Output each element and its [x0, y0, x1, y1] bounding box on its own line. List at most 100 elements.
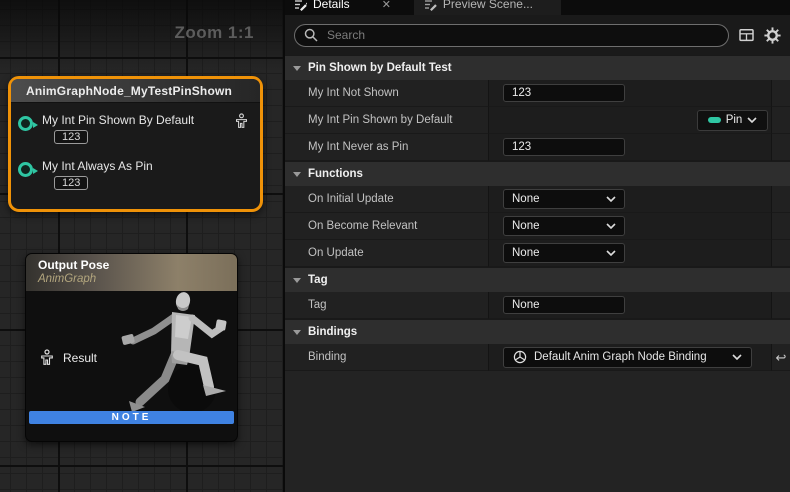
input-pin-icon[interactable] — [18, 116, 33, 131]
reset-column — [771, 80, 790, 107]
tab-preview-scene[interactable]: Preview Scene... — [414, 0, 561, 15]
chevron-down-icon — [606, 196, 616, 202]
property-label: On Become Relevant — [285, 213, 489, 240]
int-value-input[interactable] — [503, 84, 625, 102]
note-banner[interactable]: NOTE — [29, 411, 234, 424]
pin-value-box[interactable]: 123 — [54, 176, 88, 190]
property-label: Binding — [285, 344, 489, 371]
section-header-tag[interactable]: Tag — [285, 267, 790, 292]
reset-column: ↩ — [771, 344, 790, 371]
node-body: Result NOTE — [26, 291, 237, 427]
search-row — [285, 15, 790, 55]
binding-dropdown[interactable]: Default Anim Graph Node Binding — [503, 347, 752, 368]
node-title: Output Pose — [38, 258, 237, 272]
property-label: My Int Pin Shown by Default — [285, 107, 489, 134]
search-box[interactable] — [294, 24, 729, 47]
property-value-cell — [489, 134, 771, 161]
pin-label: My Int Pin Shown By Default — [42, 113, 260, 127]
chevron-down-icon — [606, 250, 616, 256]
tab-label: Details — [313, 0, 350, 11]
property-label: On Update — [285, 240, 489, 267]
gear-icon — [764, 27, 781, 44]
chevron-down-icon — [293, 66, 301, 71]
graph-canvas[interactable]: Zoom 1:1 AnimGraphNode_MyTestPinShown My… — [0, 0, 283, 492]
dropdown-value: None — [512, 247, 540, 259]
section-title: Functions — [308, 168, 363, 180]
result-pin-label: Result — [63, 351, 97, 365]
tab-details[interactable]: Details ✕ — [285, 0, 400, 15]
section-header-pin-shown[interactable]: Pin Shown by Default Test — [285, 55, 790, 80]
property-label: My Int Never as Pin — [285, 134, 489, 161]
node-header[interactable]: Output Pose AnimGraph — [26, 254, 237, 291]
property-row: My Int Never as Pin — [285, 134, 790, 161]
preview-tab-icon — [424, 0, 437, 11]
node-title: AnimGraphNode_MyTestPinShown — [26, 84, 232, 98]
chevron-down-icon — [293, 330, 301, 335]
dropdown-value: None — [512, 220, 540, 232]
result-pin[interactable]: Result — [39, 349, 97, 366]
tab-label: Preview Scene... — [443, 0, 533, 11]
property-value-cell: None — [489, 186, 771, 213]
property-value-cell: Pin — [489, 107, 771, 134]
output-pose-node[interactable]: Output Pose AnimGraph — [25, 253, 238, 442]
anim-graph-node[interactable]: AnimGraphNode_MyTestPinShown My Int Pin … — [8, 76, 263, 212]
property-row: Tag — [285, 292, 790, 319]
function-dropdown[interactable]: None — [503, 216, 625, 236]
function-dropdown[interactable]: None — [503, 189, 625, 209]
binding-icon — [513, 350, 527, 364]
property-value-cell: None — [489, 240, 771, 267]
property-label: On Initial Update — [285, 186, 489, 213]
property-row: My Int Not Shown — [285, 80, 790, 107]
reset-column — [771, 240, 790, 267]
reset-column — [771, 134, 790, 161]
pose-pin-icon — [39, 349, 55, 366]
dropdown-value: None — [512, 193, 540, 205]
section-title: Pin Shown by Default Test — [308, 62, 452, 74]
property-row: On Become Relevant None — [285, 213, 790, 240]
close-icon[interactable]: ✕ — [382, 0, 391, 11]
reset-column — [771, 292, 790, 319]
display-filter-button[interactable] — [738, 27, 755, 43]
section-title: Tag — [308, 274, 328, 286]
input-pin-icon[interactable] — [18, 162, 33, 177]
settings-button[interactable] — [764, 27, 781, 44]
chevron-down-icon — [747, 117, 757, 123]
pin-value-box[interactable]: 123 — [54, 130, 88, 144]
function-dropdown[interactable]: None — [503, 243, 625, 263]
person-icon — [234, 113, 249, 134]
property-value-cell: None — [489, 213, 771, 240]
search-icon — [304, 28, 318, 42]
chevron-down-icon — [732, 354, 742, 360]
node-subtitle: AnimGraph — [38, 273, 237, 285]
search-input[interactable] — [325, 27, 719, 43]
details-tab-icon — [294, 0, 307, 11]
property-value-cell — [489, 80, 771, 107]
details-panel: Details ✕ Preview Scene... — [285, 0, 790, 492]
table-icon — [738, 27, 755, 43]
section-title: Bindings — [308, 326, 357, 338]
zoom-level-label: Zoom 1:1 — [174, 23, 254, 43]
property-row: Binding Default Anim Graph Node Binding — [285, 344, 790, 371]
node-pin-row: My Int Always As Pin 123 — [11, 159, 260, 191]
int-value-input[interactable] — [503, 138, 625, 156]
property-label: Tag — [285, 292, 489, 319]
section-header-bindings[interactable]: Bindings — [285, 319, 790, 344]
note-label: NOTE — [112, 412, 152, 423]
reset-column — [771, 186, 790, 213]
section-header-functions[interactable]: Functions — [285, 161, 790, 186]
node-pin-row: My Int Pin Shown By Default 123 — [11, 113, 260, 145]
node-header[interactable]: AnimGraphNode_MyTestPinShown — [11, 79, 260, 103]
reset-column — [771, 107, 790, 134]
tab-bar: Details ✕ Preview Scene... — [285, 0, 790, 15]
property-label: My Int Not Shown — [285, 80, 489, 107]
property-row: On Update None — [285, 240, 790, 267]
tag-input[interactable] — [503, 296, 625, 314]
pin-visibility-dropdown[interactable]: Pin — [697, 110, 768, 131]
reset-to-default-icon[interactable]: ↩ — [776, 351, 787, 364]
dropdown-value: Pin — [726, 114, 743, 126]
dropdown-value: Default Anim Graph Node Binding — [534, 351, 707, 363]
reset-column — [771, 213, 790, 240]
pin-label: My Int Always As Pin — [42, 159, 260, 173]
property-row: On Initial Update None — [285, 186, 790, 213]
property-value-cell: Default Anim Graph Node Binding — [489, 344, 771, 371]
